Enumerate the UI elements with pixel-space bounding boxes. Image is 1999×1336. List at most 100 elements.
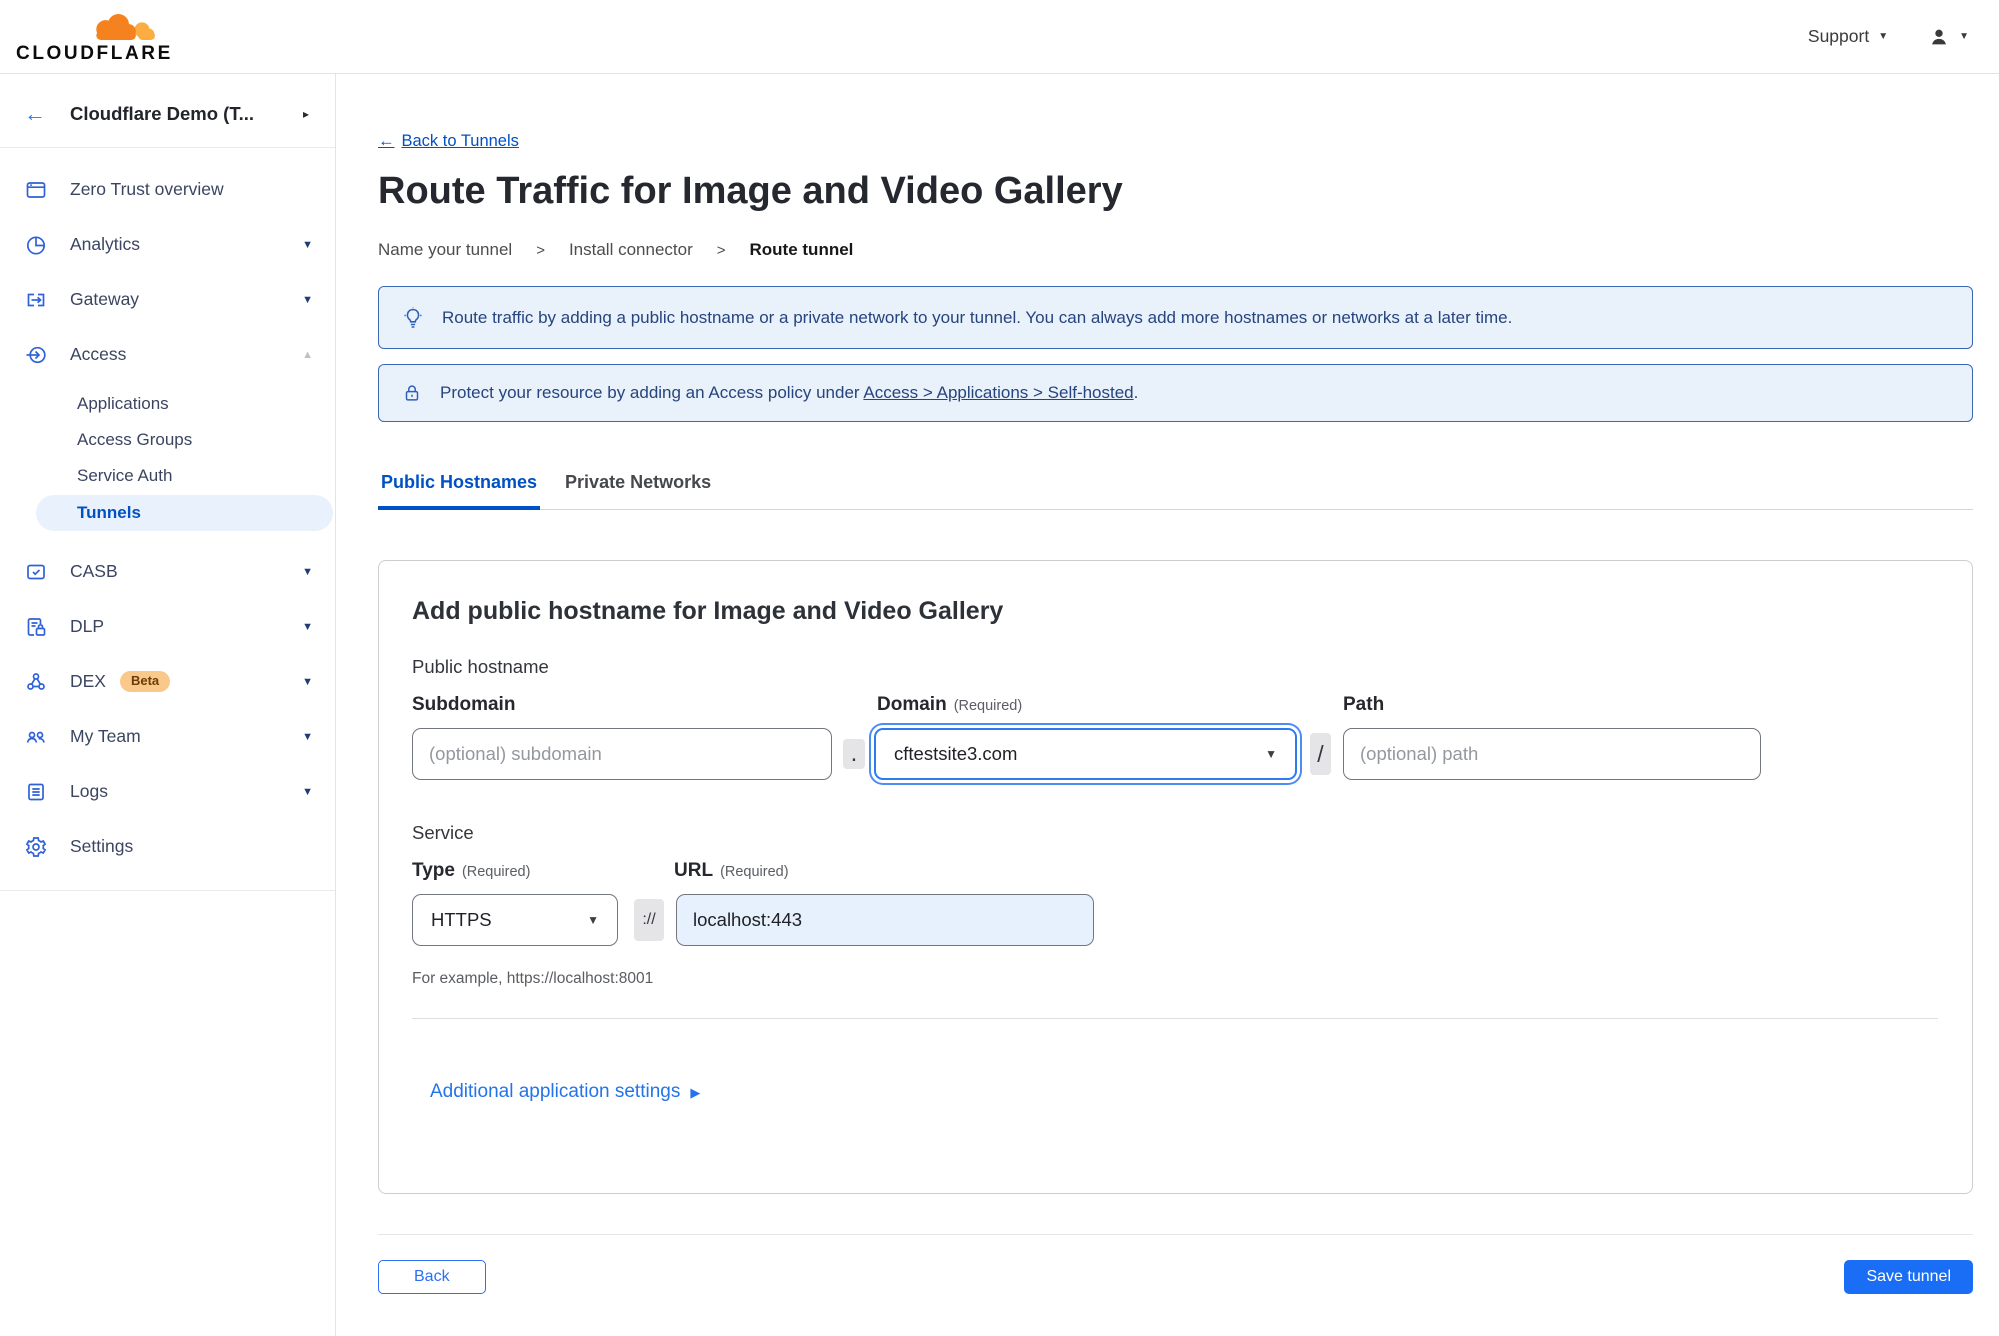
card-divider	[412, 1018, 1938, 1019]
step-name-your-tunnel: Name your tunnel	[378, 240, 513, 259]
card-heading: Add public hostname for Image and Video …	[412, 597, 1004, 625]
sidebar-item-label: Settings	[70, 836, 134, 856]
slash-separator: /	[1310, 733, 1331, 775]
sidebar: ← Cloudflare Demo (T... ▸ Zero Trust ove…	[0, 74, 336, 1336]
select-caret-icon: ▼	[587, 913, 599, 927]
hostname-inputs-row: . cftestsite3.com ▼ /	[412, 728, 1938, 780]
back-button[interactable]: Back	[378, 1260, 486, 1294]
sidebar-item-access-groups[interactable]: Access Groups	[0, 422, 335, 458]
public-hostname-group-label: Public hostname	[412, 656, 549, 677]
sidebar-item-zero-trust-overview[interactable]: Zero Trust overview	[0, 162, 335, 217]
team-icon	[26, 731, 45, 743]
wizard-steps: Name your tunnel > Install connector > R…	[378, 240, 1973, 260]
required-hint: (Required)	[461, 864, 531, 880]
chevron-down-icon: ▼	[302, 293, 313, 306]
sidebar-nav: Zero Trust overview Analytics ▼ Gateway …	[0, 162, 335, 891]
sidebar-item-service-auth[interactable]: Service Auth	[0, 458, 335, 494]
sidebar-item-access[interactable]: Access ▲	[0, 327, 335, 382]
cloudflare-logo-text: CLOUDFLARE	[16, 42, 173, 64]
tab-private-networks[interactable]: Private Networks	[562, 472, 714, 510]
lock-icon	[405, 385, 419, 401]
access-applications-self-hosted-link[interactable]: Access > Applications > Self-hosted	[863, 383, 1133, 402]
domain-label-text: Domain	[877, 694, 947, 715]
chevron-down-icon: ▼	[302, 785, 313, 798]
subdomain-label: Subdomain	[412, 694, 516, 715]
top-bar-right: Support ▼ ▼	[1808, 26, 1969, 48]
footer-actions: Back Save tunnel	[378, 1260, 1973, 1294]
chevron-down-icon: ▼	[302, 675, 313, 688]
service-group-label: Service	[412, 822, 474, 843]
tab-public-hostnames[interactable]: Public Hostnames	[378, 472, 541, 510]
support-caret-icon: ▼	[1878, 30, 1889, 42]
dot-separator: .	[843, 739, 865, 769]
sidebar-item-label: DEX	[70, 671, 106, 691]
sidebar-item-label: Gateway	[70, 289, 140, 309]
user-icon	[1932, 29, 1946, 44]
sidebar-item-label: Analytics	[70, 234, 141, 254]
sidebar-item-gateway[interactable]: Gateway ▼	[0, 272, 335, 327]
account-switcher[interactable]: ← Cloudflare Demo (T... ▸	[0, 94, 335, 134]
profile-caret-icon: ▼	[1959, 30, 1969, 42]
sidebar-item-dlp[interactable]: DLP ▼	[0, 599, 335, 654]
page-title: Route Traffic for Image and Video Galler…	[378, 170, 1123, 212]
service-labels-row: Type (Required) URL (Required)	[412, 860, 1938, 882]
type-label: Type (Required)	[412, 860, 674, 882]
domain-select-value: cftestsite3.com	[894, 743, 1018, 764]
gateway-icon	[27, 293, 45, 306]
route-traffic-banner: Route traffic by adding a public hostnam…	[378, 286, 1973, 349]
logs-icon	[28, 783, 44, 800]
network-nodes-icon	[27, 672, 45, 690]
sidebar-item-dex[interactable]: DEX Beta ▼	[0, 654, 335, 709]
required-hint: (Required)	[720, 864, 789, 880]
access-icon	[26, 346, 46, 363]
step-separator: >	[536, 241, 545, 259]
public-hostname-card: Add public hostname for Image and Video …	[378, 560, 1973, 1194]
lightbulb-icon	[404, 306, 422, 328]
sidebar-item-label: Zero Trust overview	[70, 179, 224, 199]
sidebar-item-settings[interactable]: Settings	[0, 819, 335, 874]
url-input[interactable]	[676, 894, 1094, 946]
sidebar-item-analytics[interactable]: Analytics ▼	[0, 217, 335, 272]
url-label: URL (Required)	[674, 860, 789, 882]
sidebar-item-casb[interactable]: CASB ▼	[0, 544, 335, 599]
footer-divider	[378, 1234, 1973, 1235]
cloudflare-logo[interactable]: CLOUDFLARE	[16, 11, 170, 63]
support-label: Support	[1807, 26, 1870, 46]
sidebar-item-applications[interactable]: Applications	[0, 386, 335, 422]
banner-text-prefix: Protect your resource by adding an Acces…	[440, 383, 860, 402]
banner-text-suffix: .	[1133, 383, 1139, 402]
save-tunnel-button[interactable]: Save tunnel	[1844, 1260, 1973, 1294]
sidebar-item-label: Logs	[70, 781, 108, 801]
path-label: Path	[1343, 694, 1385, 715]
path-input[interactable]	[1343, 728, 1761, 780]
domain-select[interactable]: cftestsite3.com ▼	[874, 728, 1297, 780]
beta-badge: Beta	[119, 671, 171, 692]
expand-right-icon: ▶	[690, 1084, 701, 1100]
chevron-down-icon: ▼	[302, 620, 313, 633]
sidebar-item-label: DLP	[70, 616, 105, 636]
service-inputs-row: HTTPS ▼ ://	[412, 894, 1938, 946]
document-lock-icon	[27, 617, 46, 636]
type-select[interactable]: HTTPS ▼	[412, 894, 618, 946]
support-menu[interactable]: Support ▼	[1808, 26, 1888, 47]
profile-menu[interactable]: ▼	[1928, 26, 1969, 48]
sidebar-item-label: My Team	[70, 726, 141, 746]
required-hint: (Required)	[953, 698, 1023, 714]
subdomain-input[interactable]	[412, 728, 832, 780]
access-policy-banner: Protect your resource by adding an Acces…	[378, 364, 1973, 422]
url-example-text: For example, https://localhost:8001	[412, 970, 654, 987]
step-separator: >	[716, 241, 726, 259]
back-arrow-icon: ←	[378, 132, 395, 150]
sidebar-item-tunnels[interactable]: Tunnels	[36, 495, 333, 531]
additional-settings-label: Additional application settings	[430, 1081, 681, 1102]
account-back-arrow-icon[interactable]: ←	[24, 103, 46, 125]
sidebar-item-logs[interactable]: Logs ▼	[0, 764, 335, 819]
sidebar-item-my-team[interactable]: My Team ▼	[0, 709, 335, 764]
select-caret-icon: ▼	[1265, 747, 1277, 761]
pie-chart-icon	[26, 235, 46, 255]
back-to-tunnels-link[interactable]: ← Back to Tunnels	[378, 132, 519, 151]
chevron-down-icon: ▼	[302, 238, 313, 251]
cloudflare-cloud-icon	[96, 13, 155, 40]
additional-application-settings-link[interactable]: Additional application settings ▶	[430, 1081, 700, 1103]
